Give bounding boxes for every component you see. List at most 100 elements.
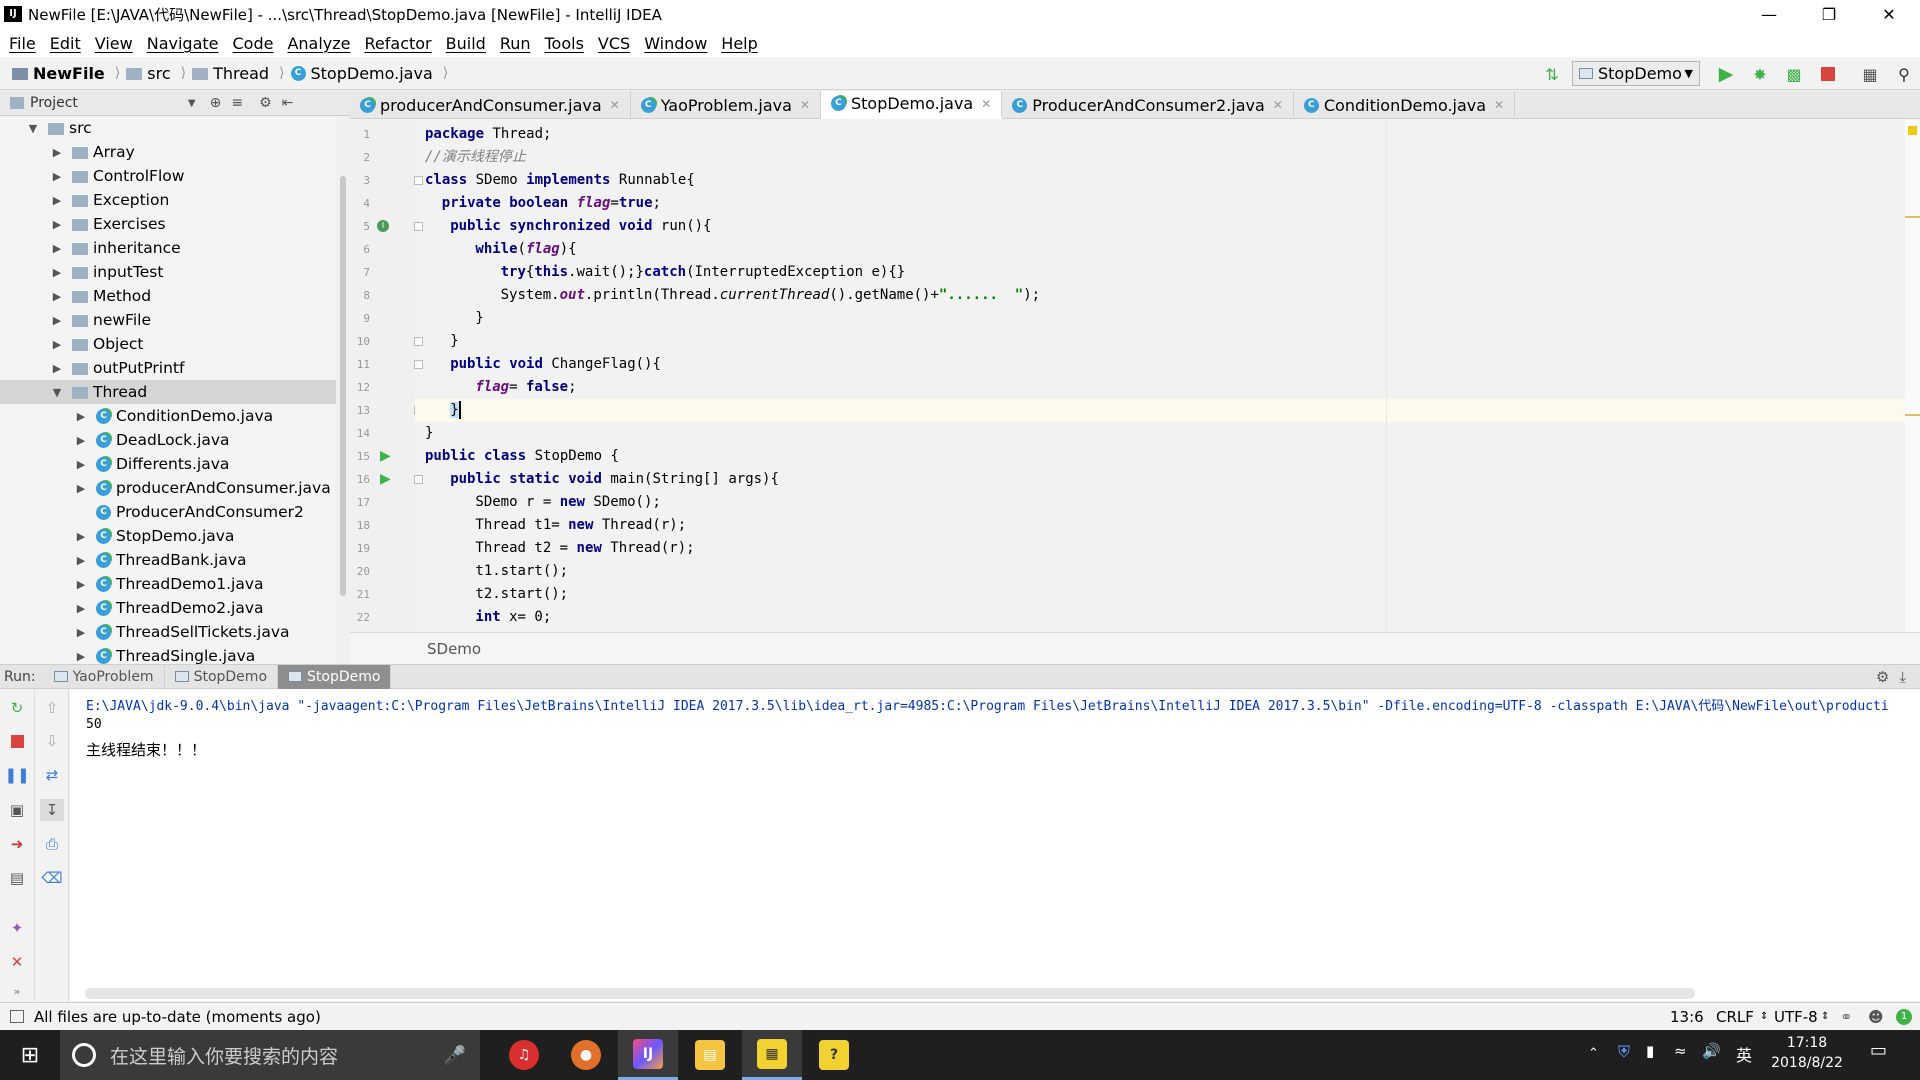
pause-icon[interactable]: ❚❚ (4, 764, 29, 786)
run-tab-stopdemo[interactable]: StopDemo (165, 664, 279, 689)
close-window-button[interactable]: ✕ (1860, 0, 1918, 29)
lock-icon[interactable]: ⚭ (1840, 1008, 1853, 1026)
run-gutter-icon[interactable]: ▶ (380, 448, 391, 464)
chevron-right-icon[interactable]: ▶ (74, 602, 88, 615)
taskbar-file-explorer[interactable]: ▤ (680, 1030, 740, 1080)
sort-icon[interactable]: ⇅ (1542, 64, 1562, 84)
chevron-right-icon[interactable]: ▶ (74, 650, 88, 663)
tree-item[interactable]: ▶ C Differents.java (0, 452, 336, 476)
rerun-icon[interactable]: ↻ (5, 697, 29, 719)
tree-item[interactable]: ▶ C DeadLock.java (0, 428, 336, 452)
chevron-right-icon[interactable]: ▶ (74, 410, 88, 423)
project-structure-button[interactable]: ▦ (1860, 64, 1880, 84)
arrow-down-icon[interactable]: ⇩ (40, 730, 64, 752)
chevron-right-icon[interactable]: ▶ (50, 218, 64, 231)
tree-item[interactable]: ▶ C ConditionDemo.java (0, 404, 336, 428)
stop-icon[interactable] (5, 730, 29, 752)
close-tab-icon[interactable]: ✕ (1494, 98, 1504, 112)
chevron-right-icon[interactable]: ▶ (50, 146, 64, 159)
tree-item[interactable]: ▼ Thread (0, 380, 336, 404)
editor-scrollbar[interactable] (1905, 120, 1920, 632)
tree-item[interactable]: ▶ C StopDemo.java (0, 524, 336, 548)
scrollbar-thumb[interactable] (340, 176, 346, 596)
shield-icon[interactable]: ⛨ (1618, 1042, 1630, 1062)
gear-icon[interactable]: ⚙ (259, 95, 272, 111)
chevron-right-icon[interactable]: ▶ (50, 170, 64, 183)
chevron-right-icon[interactable]: ▶ (74, 554, 88, 567)
run-tab-stopdemo-active[interactable]: StopDemo (278, 664, 392, 689)
tree-item[interactable]: ▶ C ThreadBank.java (0, 548, 336, 572)
menu-build[interactable]: Build (446, 34, 486, 53)
tree-item[interactable]: ▶ CproducerAndConsumer.java (0, 476, 336, 500)
breadcrumb-project[interactable]: NewFile (12, 64, 105, 83)
hide-panel-icon[interactable]: ⤓ (1899, 668, 1906, 686)
arrow-up-icon[interactable]: ⇧ (40, 697, 64, 719)
chevron-up-icon[interactable]: ⌃ (1588, 1046, 1599, 1061)
menu-help[interactable]: Help (721, 34, 757, 53)
tool-windows-icon[interactable] (10, 1010, 24, 1023)
taskbar-intellij[interactable]: IJ (618, 1030, 678, 1080)
editor-tab[interactable]: CproducerAndConsumer.java ✕ (350, 91, 631, 119)
editor-tab[interactable]: C ConditionDemo.java ✕ (1294, 91, 1516, 119)
wifi-icon[interactable]: ≈ (1674, 1042, 1687, 1060)
editor-tab[interactable]: C ProducerAndConsumer2.java ✕ (1002, 91, 1294, 119)
tree-item[interactable]: ▶ C ThreadSellTickets.java (0, 620, 336, 644)
print-icon[interactable]: ⎙ (40, 833, 64, 855)
breadcrumb-file[interactable]: C StopDemo.java (290, 64, 433, 83)
pin-icon[interactable]: ✦ (5, 917, 29, 939)
menu-navigate[interactable]: Navigate (147, 34, 219, 53)
editor-tab[interactable]: C YaoProblem.java ✕ (631, 91, 821, 119)
implements-marker-icon[interactable]: I (377, 220, 389, 232)
tree-item[interactable]: ▶ C ThreadDemo2.java (0, 596, 336, 620)
menu-tools[interactable]: Tools (545, 34, 584, 53)
project-scrollbar[interactable] (336, 116, 350, 664)
debug-button[interactable]: ✸ (1750, 64, 1770, 84)
chevron-right-icon[interactable]: ▶ (50, 362, 64, 375)
soft-wrap-icon[interactable]: ⇄ (40, 764, 64, 786)
taskbar-clock[interactable]: 17:18 2018/8/22 (1762, 1033, 1852, 1073)
chevron-right-icon[interactable]: ▶ (50, 242, 64, 255)
chevron-right-icon[interactable]: ▶ (74, 626, 88, 639)
taskbar-chart-app[interactable]: ▦ (742, 1030, 802, 1080)
tree-item[interactable]: ▶ Exercises (0, 212, 336, 236)
taskbar-netease-music[interactable]: ♫ (494, 1030, 554, 1080)
breadcrumb-src[interactable]: src (126, 64, 171, 83)
chevron-right-icon[interactable]: ▶ (50, 266, 64, 279)
volume-icon[interactable]: 🔊 (1702, 1042, 1721, 1060)
close-icon[interactable]: ✕ (5, 951, 29, 973)
run-configuration-select[interactable]: StopDemo ▼ (1572, 61, 1700, 86)
warning-marker-icon[interactable] (1908, 126, 1917, 135)
camera-icon[interactable]: ▣ (5, 799, 29, 821)
tree-item-src[interactable]: ▼ src (0, 116, 336, 140)
menu-code[interactable]: Code (233, 34, 274, 53)
ime-indicator[interactable]: 英 (1736, 1042, 1752, 1066)
coverage-button[interactable]: ▩ (1784, 64, 1804, 84)
chevron-right-icon[interactable]: ▶ (50, 338, 64, 351)
chevron-right-icon[interactable]: ▶ (74, 458, 88, 471)
menu-vcs[interactable]: VCS (598, 34, 630, 53)
tree-item[interactable]: ▶ outPutPrintf (0, 356, 336, 380)
console-output[interactable]: E:\JAVA\jdk-9.0.4\bin\java "-javaagent:C… (70, 689, 1920, 1001)
collapse-all-icon[interactable]: ≡ (231, 95, 243, 111)
breadcrumb-thread[interactable]: Thread (192, 64, 269, 83)
menu-analyze[interactable]: Analyze (287, 34, 350, 53)
menu-file[interactable]: File (9, 34, 36, 53)
restore-button[interactable]: ❐ (1800, 0, 1858, 29)
hector-icon[interactable]: ☻ (1868, 1008, 1884, 1026)
minimize-button[interactable]: — (1740, 0, 1798, 29)
tree-item[interactable]: ▶ inputTest (0, 260, 336, 284)
tree-item[interactable]: ▶ Exception (0, 188, 336, 212)
close-tab-icon[interactable]: ✕ (610, 98, 620, 112)
caret-position[interactable]: 13:6 (1670, 1008, 1704, 1026)
gear-icon[interactable]: ⚙ (1876, 668, 1889, 686)
taskbar-browser[interactable]: ● (556, 1030, 616, 1080)
taskbar-help-app[interactable]: ? (804, 1030, 864, 1080)
search-everywhere-button[interactable]: ⚲ (1894, 64, 1914, 84)
tree-item[interactable]: ▶ newFile (0, 308, 336, 332)
layout-icon[interactable]: ▤ (5, 867, 29, 889)
tree-item[interactable]: ▶ Array (0, 140, 336, 164)
notification-icon[interactable]: ▭ (1870, 1040, 1887, 1061)
tree-item[interactable]: ▶ Object (0, 332, 336, 356)
chevron-right-icon[interactable]: ▶ (50, 194, 64, 207)
trash-icon[interactable]: ⌫ (40, 867, 64, 889)
